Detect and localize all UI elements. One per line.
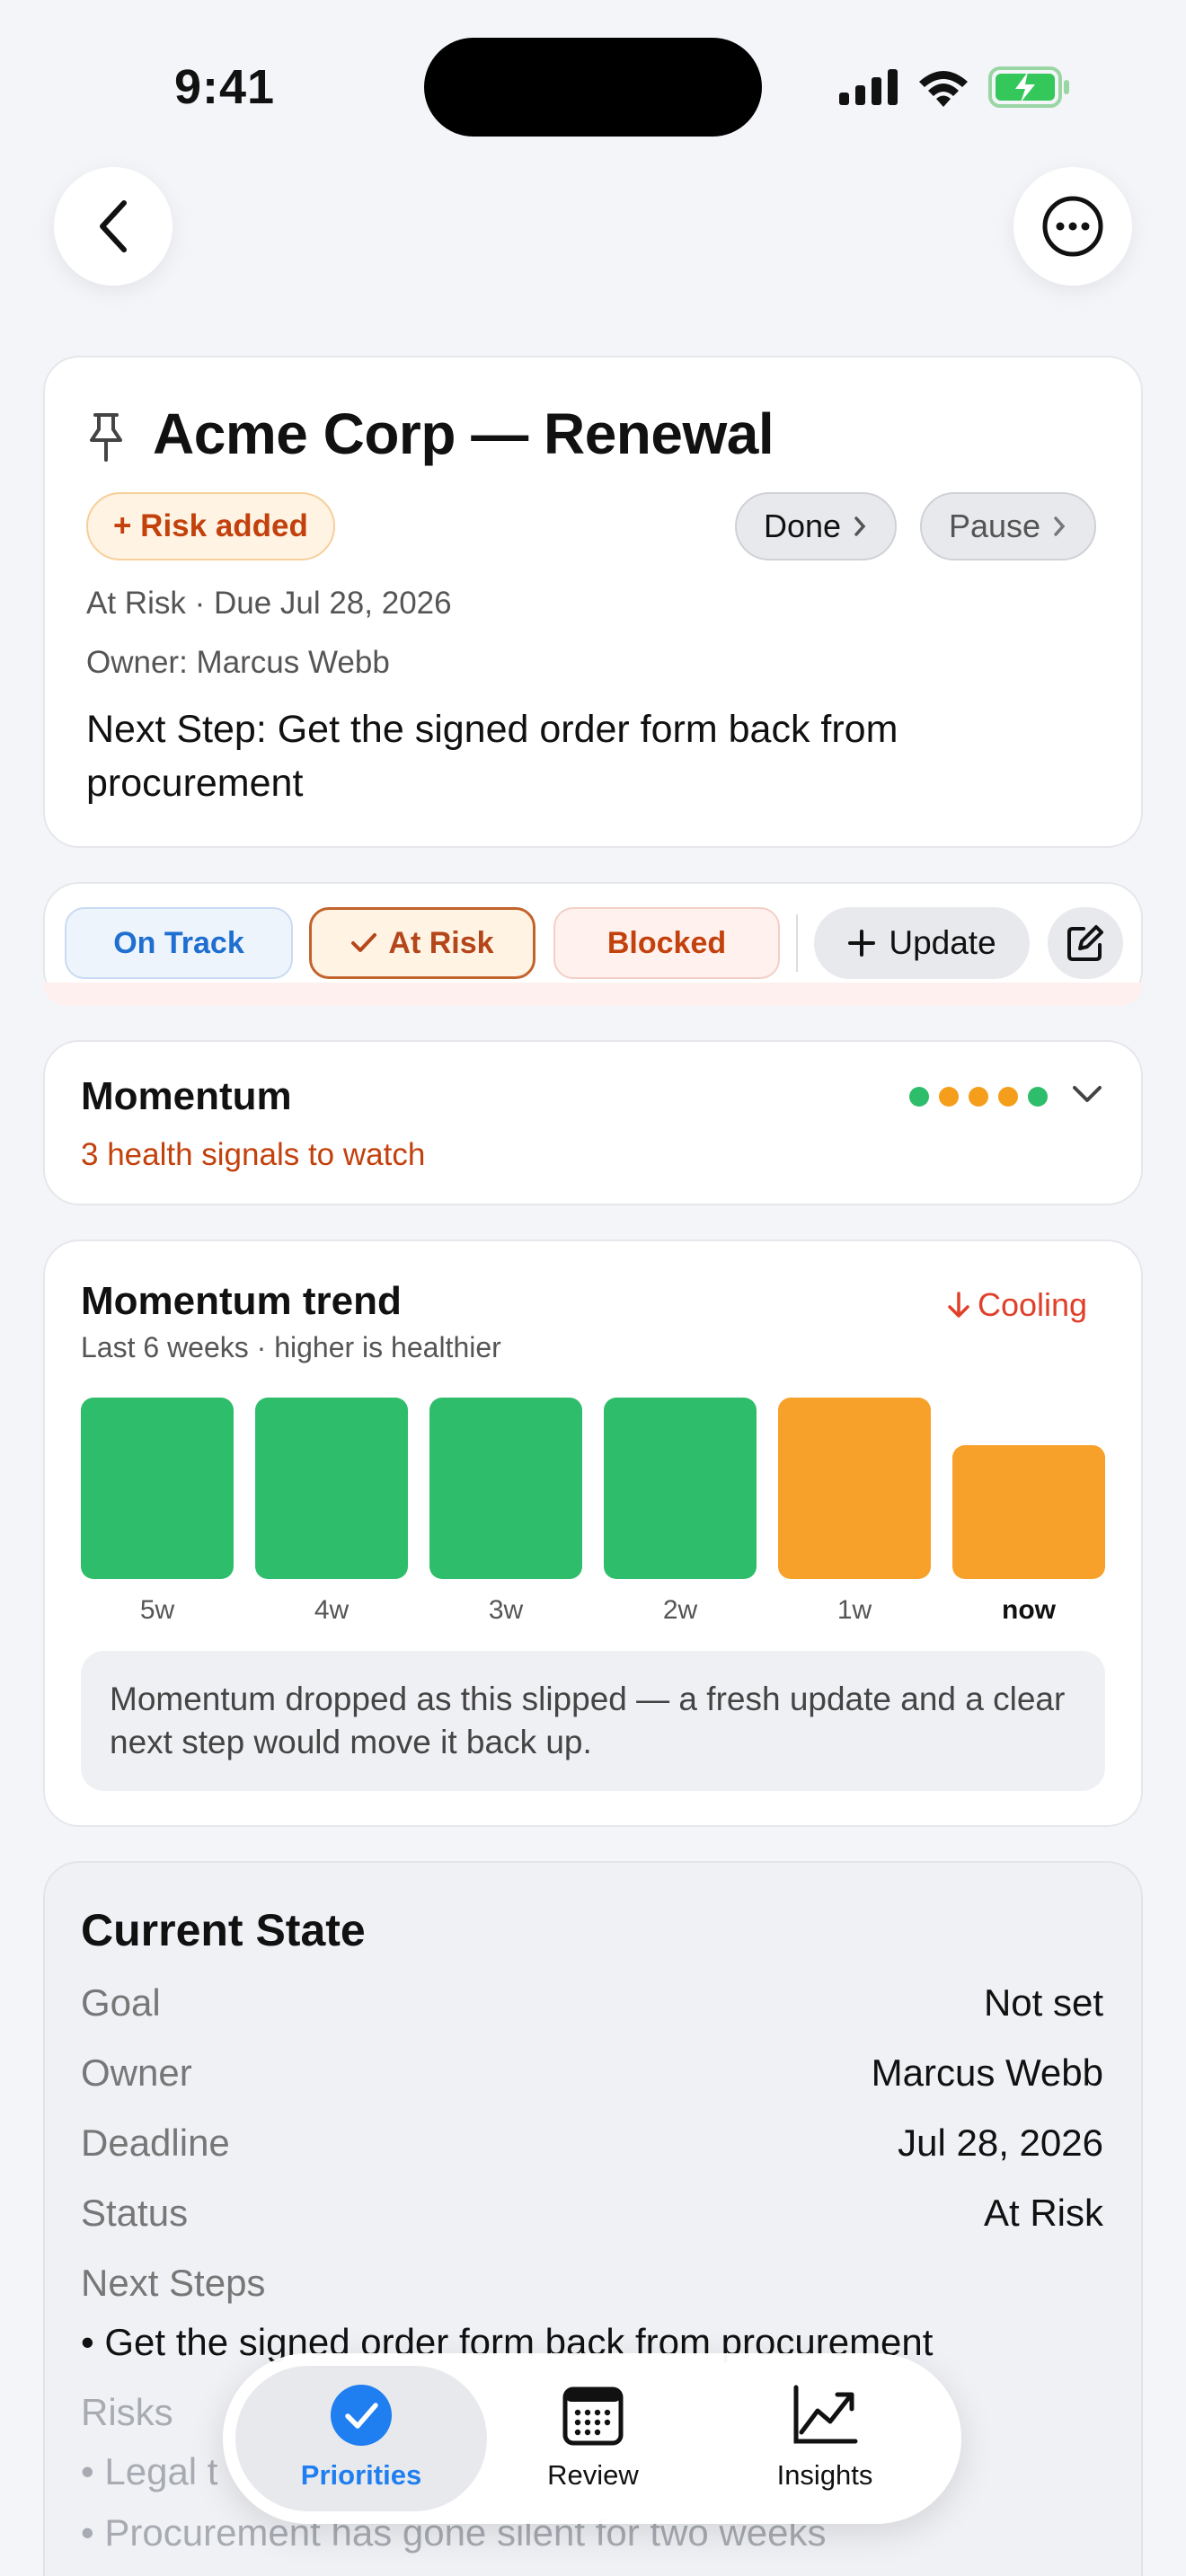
done-label: Done: [764, 507, 842, 544]
risk-added-badge: + Risk added: [86, 492, 335, 560]
status-chip-blocked[interactable]: Blocked: [553, 907, 780, 979]
trend-badge: Cooling: [947, 1286, 1087, 1324]
deadline-label: Deadline: [81, 2122, 230, 2164]
health-dot: [939, 1087, 959, 1107]
dynamic-island: [424, 38, 762, 137]
goal-label: Goal: [81, 1981, 161, 2024]
status-due-text: At Risk · Due Jul 28, 2026: [86, 586, 452, 621]
health-signal-dots: [909, 1087, 1048, 1107]
tab-priorities-label: Priorities: [300, 2459, 422, 2491]
trend-bar-label: 4w: [314, 1595, 350, 1625]
risk-item: • Legal t: [81, 2450, 218, 2492]
risks-label: Risks: [81, 2391, 173, 2433]
more-button[interactable]: [1013, 167, 1132, 286]
arrow-down-icon: [948, 1292, 969, 1318]
tab-review[interactable]: Review: [503, 2384, 683, 2492]
page-title: Acme Corp — Renewal: [153, 401, 774, 466]
tab-review-label: Review: [547, 2459, 639, 2491]
trend-note: Momentum dropped as this slipped — a fre…: [81, 1651, 1105, 1791]
trend-title: Momentum trend: [81, 1279, 402, 1323]
trend-bar-3w: [429, 1398, 582, 1579]
back-button[interactable]: [54, 167, 173, 286]
status-chip-on-track[interactable]: On Track: [65, 907, 293, 979]
momentum-title: Momentum: [81, 1074, 292, 1118]
deadline-value: Jul 28, 2026: [898, 2122, 1103, 2164]
status-value: At Risk: [983, 2192, 1103, 2234]
health-dot: [909, 1087, 929, 1107]
status-icons: [839, 63, 1071, 111]
status-time: 9:41: [174, 60, 276, 114]
health-dot: [998, 1087, 1018, 1107]
compose-icon: [1067, 925, 1103, 961]
trend-bar-label: now: [1002, 1595, 1056, 1625]
checkmark-circle-icon: [331, 2385, 392, 2446]
chevron-down-icon[interactable]: [1071, 1083, 1103, 1105]
tab-insights[interactable]: Insights: [735, 2384, 915, 2492]
goal-value: Not set: [983, 1981, 1103, 2024]
chevron-right-icon: [1054, 516, 1066, 536]
trend-bar-label: 1w: [836, 1595, 872, 1625]
trend-bar-now: [952, 1445, 1105, 1579]
trend-bar-1w: [778, 1398, 931, 1579]
next-steps-label: Next Steps: [81, 2262, 266, 2304]
owner-text: Owner: Marcus Webb: [86, 645, 390, 680]
pause-label: Pause: [949, 507, 1041, 544]
plus-icon: [848, 930, 876, 957]
calendar-icon: [562, 2386, 624, 2446]
next-step-text: Next Step: Get the signed order form bac…: [86, 708, 898, 805]
update-label: Update: [889, 924, 996, 961]
edit-button[interactable]: [1048, 907, 1123, 979]
signal-icon: [839, 69, 898, 105]
chevron-right-icon: [854, 516, 866, 536]
trend-bar-4w: [255, 1398, 408, 1579]
trend-bar-label: 5w: [139, 1595, 175, 1625]
trend-bar-label: 3w: [488, 1595, 524, 1625]
trend-badge-label: Cooling: [978, 1286, 1088, 1323]
battery-charging-icon: [988, 66, 1069, 108]
trend-bar-2w: [604, 1398, 757, 1579]
trend-subtitle: Last 6 weeks · higher is healthier: [81, 1331, 501, 1363]
ellipsis-circle-icon: [1042, 196, 1103, 257]
pause-button[interactable]: Pause: [920, 492, 1097, 560]
tab-insights-label: Insights: [776, 2459, 873, 2491]
status-label: Status: [81, 2192, 189, 2234]
chart-line-icon: [793, 2385, 858, 2444]
momentum-subtitle: 3 health signals to watch: [81, 1137, 426, 1172]
chevron-left-icon: [100, 200, 127, 252]
done-button[interactable]: Done: [735, 492, 898, 560]
owner-value: Marcus Webb: [871, 2051, 1103, 2094]
checkmark-icon: [351, 933, 377, 952]
wifi-icon: [919, 71, 968, 107]
pin-icon[interactable]: [86, 411, 126, 462]
trend-bar-label: 2w: [662, 1595, 698, 1625]
status-chip-at-risk[interactable]: At Risk: [309, 907, 535, 979]
owner-label: Owner: [81, 2051, 192, 2094]
current-state-title: Current State: [81, 1905, 366, 1955]
at-risk-label: At Risk: [388, 925, 494, 960]
status-row-tint: [43, 983, 1143, 1006]
health-dot: [969, 1087, 988, 1107]
tab-priorities[interactable]: Priorities: [271, 2384, 451, 2492]
momentum-card[interactable]: [43, 1040, 1143, 1205]
update-button[interactable]: Update: [814, 907, 1030, 979]
chip-divider: [796, 914, 798, 972]
health-dot: [1028, 1087, 1048, 1107]
trend-bar-5w: [81, 1398, 234, 1579]
